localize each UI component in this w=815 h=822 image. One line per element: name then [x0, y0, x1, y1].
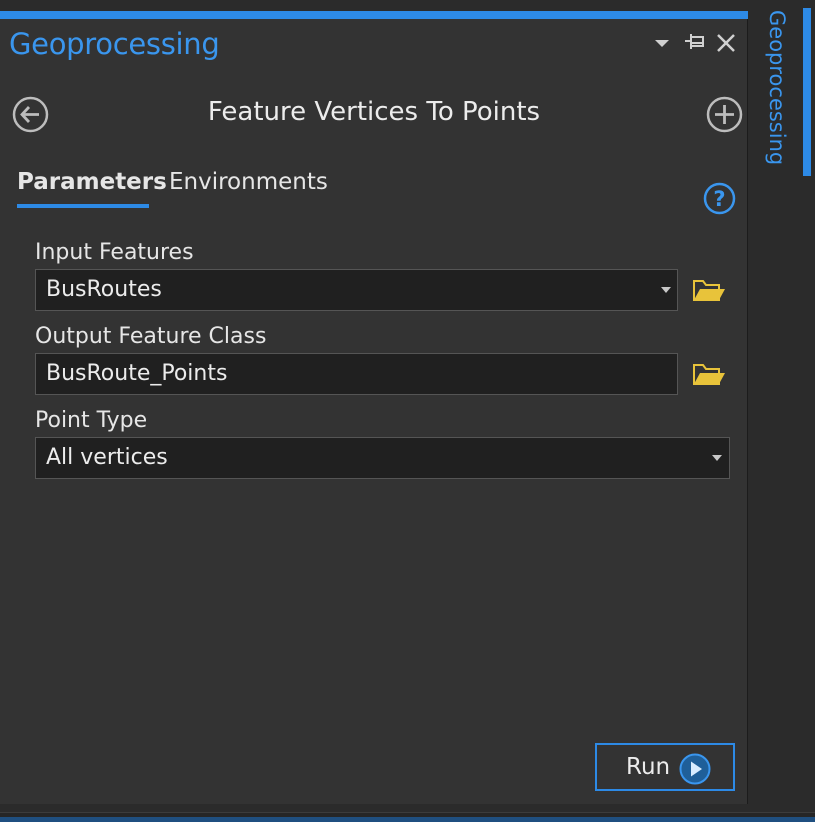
point-type-label: Point Type [35, 408, 148, 433]
run-button[interactable]: Run [595, 743, 735, 791]
dock-strip: Geoprocessing [748, 0, 815, 812]
pane-accent-bar [0, 11, 748, 19]
run-label: Run [626, 754, 671, 780]
chevron-down-icon [712, 455, 722, 461]
bottom-accent-bar [0, 817, 815, 822]
input-features-value: BusRoutes [46, 277, 162, 302]
chevron-down-icon [661, 287, 671, 293]
output-feature-class-label: Output Feature Class [35, 324, 267, 349]
plus-circle-icon [706, 96, 743, 133]
add-button[interactable] [706, 96, 743, 133]
play-circle-icon [679, 753, 711, 785]
svg-text:?: ? [713, 187, 725, 211]
pane-title: Geoprocessing [9, 27, 220, 61]
input-features-label: Input Features [35, 240, 194, 265]
pin-icon[interactable] [683, 31, 707, 55]
output-feature-class-value: BusRoute_Points [46, 361, 228, 386]
point-type-value: All vertices [46, 445, 168, 470]
folder-icon[interactable] [692, 360, 726, 388]
folder-icon[interactable] [692, 276, 726, 304]
close-icon[interactable] [714, 31, 738, 55]
input-features-dropdown[interactable]: BusRoutes [35, 269, 678, 311]
point-type-dropdown[interactable]: All vertices [35, 437, 730, 479]
chevron-down-icon[interactable] [650, 31, 674, 55]
output-feature-class-input[interactable]: BusRoute_Points [35, 353, 678, 395]
tab-environments[interactable]: Environments [169, 169, 328, 195]
app-window: Geoprocessing Feature Vertices To Points… [0, 0, 815, 822]
help-icon[interactable]: ? [703, 182, 736, 215]
dock-tab-label: Geoprocessing [765, 10, 789, 166]
dock-tab-geoprocessing[interactable]: Geoprocessing [763, 8, 811, 178]
tool-title: Feature Vertices To Points [207, 97, 541, 127]
active-tab-indicator [17, 204, 149, 208]
geoprocessing-pane: Geoprocessing Feature Vertices To Points… [0, 11, 748, 804]
tab-parameters[interactable]: Parameters [17, 169, 167, 197]
dock-tab-accent [803, 8, 811, 176]
